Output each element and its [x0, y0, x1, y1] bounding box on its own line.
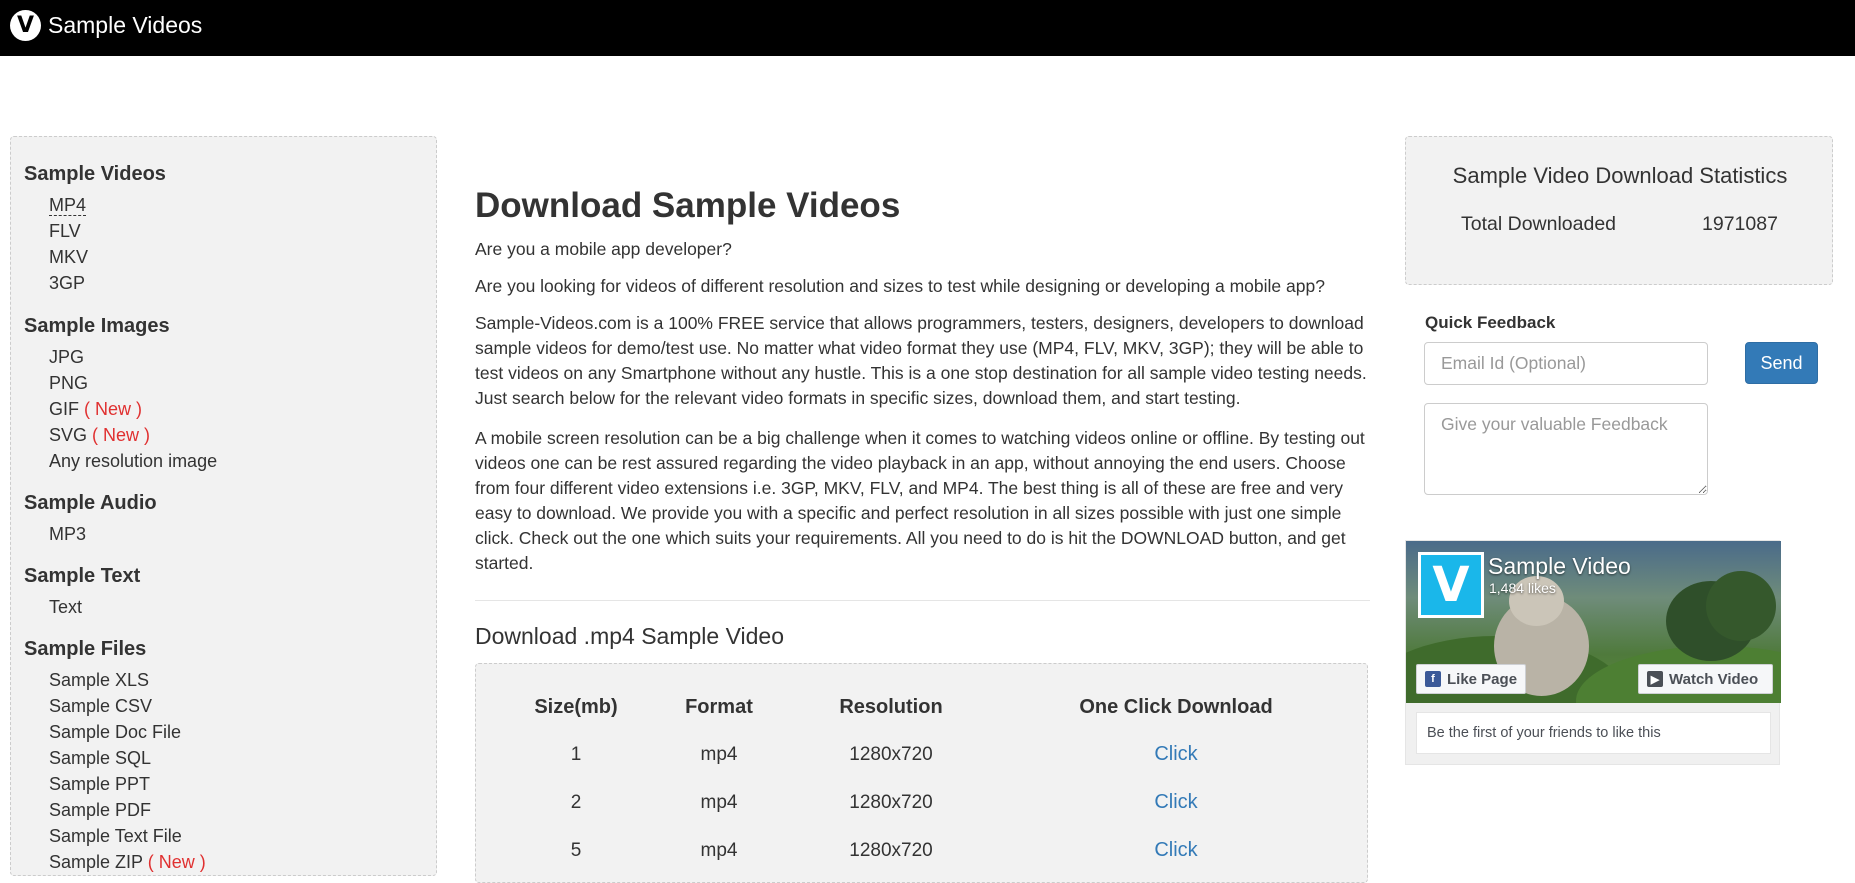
facebook-page-avatar: V	[1418, 552, 1484, 618]
sidebar-item-gif[interactable]: GIF ( New )	[49, 396, 436, 422]
table-header-download: One Click Download	[1079, 696, 1273, 718]
sidebar-section-title: Sample Text	[24, 565, 141, 587]
cell-format: mp4	[700, 840, 738, 861]
section-heading: Download .mp4 Sample Video	[475, 623, 784, 649]
sidebar-item-csv[interactable]: Sample CSV	[49, 693, 436, 719]
table-header-resolution: Resolution	[839, 696, 943, 718]
vimeo-logo-icon: V	[10, 10, 41, 41]
sidebar-section-images: Sample Images JPG PNG GIF ( New ) SVG ( …	[11, 315, 436, 474]
download-table: Size(mb) Format Resolution One Click Dow…	[475, 663, 1368, 883]
intro-paragraph-1: Are you a mobile app developer?	[475, 239, 732, 259]
cell-size: 5	[570, 840, 582, 861]
cell-resolution: 1280x720	[849, 840, 933, 861]
sidebar-item-zip[interactable]: Sample ZIP ( New )	[49, 849, 436, 875]
sidebar-item-ppt[interactable]: Sample PPT	[49, 771, 436, 797]
sidebar-section-videos: Sample Videos MP4 FLV MKV 3GP	[11, 163, 436, 296]
download-statistics: Sample Video Download Statistics Total D…	[1405, 136, 1833, 285]
quick-feedback-title: Quick Feedback	[1425, 313, 1556, 332]
cell-format: mp4	[700, 744, 738, 765]
sidebar-item-text[interactable]: Text	[49, 594, 436, 620]
facebook-page-name[interactable]: Sample Video	[1488, 553, 1631, 580]
download-click-link[interactable]: Click	[1056, 791, 1296, 814]
cell-format: mp4	[700, 792, 738, 813]
sidebar-item-mp4[interactable]: MP4	[49, 192, 436, 218]
sidebar-section-title: Sample Videos	[24, 163, 166, 185]
sidebar-item-png[interactable]: PNG	[49, 370, 436, 396]
intro-paragraph-4: A mobile screen resolution can be a big …	[475, 428, 1365, 573]
facebook-icon: f	[1425, 671, 1441, 687]
stats-label: Total Downloaded	[1461, 213, 1617, 235]
sidebar-item-xls[interactable]: Sample XLS	[49, 667, 436, 693]
sidebar-item-doc[interactable]: Sample Doc File	[49, 719, 436, 745]
brand-title: Sample Videos	[48, 12, 203, 38]
brand-link[interactable]: V Sample Videos	[10, 10, 202, 41]
new-badge: ( New )	[92, 425, 151, 445]
new-badge: ( New )	[84, 399, 143, 419]
email-field[interactable]	[1424, 342, 1708, 385]
sidebar-section-title: Sample Images	[24, 315, 170, 337]
cell-resolution: 1280x720	[849, 744, 933, 765]
watch-video-button[interactable]: ▶ Watch Video	[1638, 664, 1773, 694]
play-icon: ▶	[1647, 671, 1663, 687]
facebook-page-widget: V Sample Video 1,484 likes f Like Page ▶…	[1405, 540, 1781, 765]
sidebar-section-audio: Sample Audio MP3	[11, 492, 436, 547]
facebook-likes-count: 1,484 likes	[1489, 580, 1556, 596]
intro-paragraph-2: Are you looking for videos of different …	[475, 276, 1325, 296]
like-page-button[interactable]: f Like Page	[1416, 664, 1527, 694]
sidebar-item-mkv[interactable]: MKV	[49, 244, 436, 270]
top-navbar: V Sample Videos	[0, 0, 1855, 56]
sidebar-item-sql[interactable]: Sample SQL	[49, 745, 436, 771]
facebook-cover-image[interactable]: V Sample Video 1,484 likes f Like Page ▶…	[1406, 541, 1781, 703]
intro-paragraph-3: Sample-Videos.com is a 100% FREE service…	[475, 313, 1367, 408]
sidebar-item-3gp[interactable]: 3GP	[49, 270, 436, 296]
sidebar: Sample Videos MP4 FLV MKV 3GP Sample Ima…	[10, 136, 437, 876]
sidebar-item-flv[interactable]: FLV	[49, 218, 436, 244]
sidebar-section-title: Sample Files	[24, 638, 147, 660]
table-header-size: Size(mb)	[534, 696, 618, 718]
cell-size: 1	[570, 744, 582, 765]
send-button[interactable]: Send	[1745, 342, 1818, 384]
sidebar-item-mp3[interactable]: MP3	[49, 521, 436, 547]
feedback-textarea[interactable]	[1424, 403, 1708, 495]
download-click-link[interactable]: Click	[1056, 743, 1296, 766]
stats-value: 1971087	[1702, 213, 1778, 235]
stats-title: Sample Video Download Statistics	[1452, 163, 1788, 188]
sidebar-item-any-resolution[interactable]: Any resolution image	[49, 448, 436, 474]
page-title: Download Sample Videos	[475, 186, 901, 225]
download-click-link[interactable]: Click	[1056, 839, 1296, 862]
sidebar-section-text: Sample Text Text	[11, 565, 436, 620]
sidebar-item-text-file[interactable]: Sample Text File	[49, 823, 436, 849]
cell-size: 2	[570, 792, 582, 813]
sidebar-section-title: Sample Audio	[24, 492, 157, 514]
sidebar-item-pdf[interactable]: Sample PDF	[49, 797, 436, 823]
divider	[475, 600, 1370, 601]
sidebar-item-svg[interactable]: SVG ( New )	[49, 422, 436, 448]
sidebar-item-jpg[interactable]: JPG	[49, 344, 436, 370]
sidebar-section-files: Sample Files Sample XLS Sample CSV Sampl…	[11, 638, 436, 875]
facebook-social-context: Be the first of your friends to like thi…	[1416, 712, 1771, 754]
new-badge: ( New )	[147, 852, 206, 872]
cell-resolution: 1280x720	[849, 792, 933, 813]
table-header-format: Format	[685, 696, 753, 718]
